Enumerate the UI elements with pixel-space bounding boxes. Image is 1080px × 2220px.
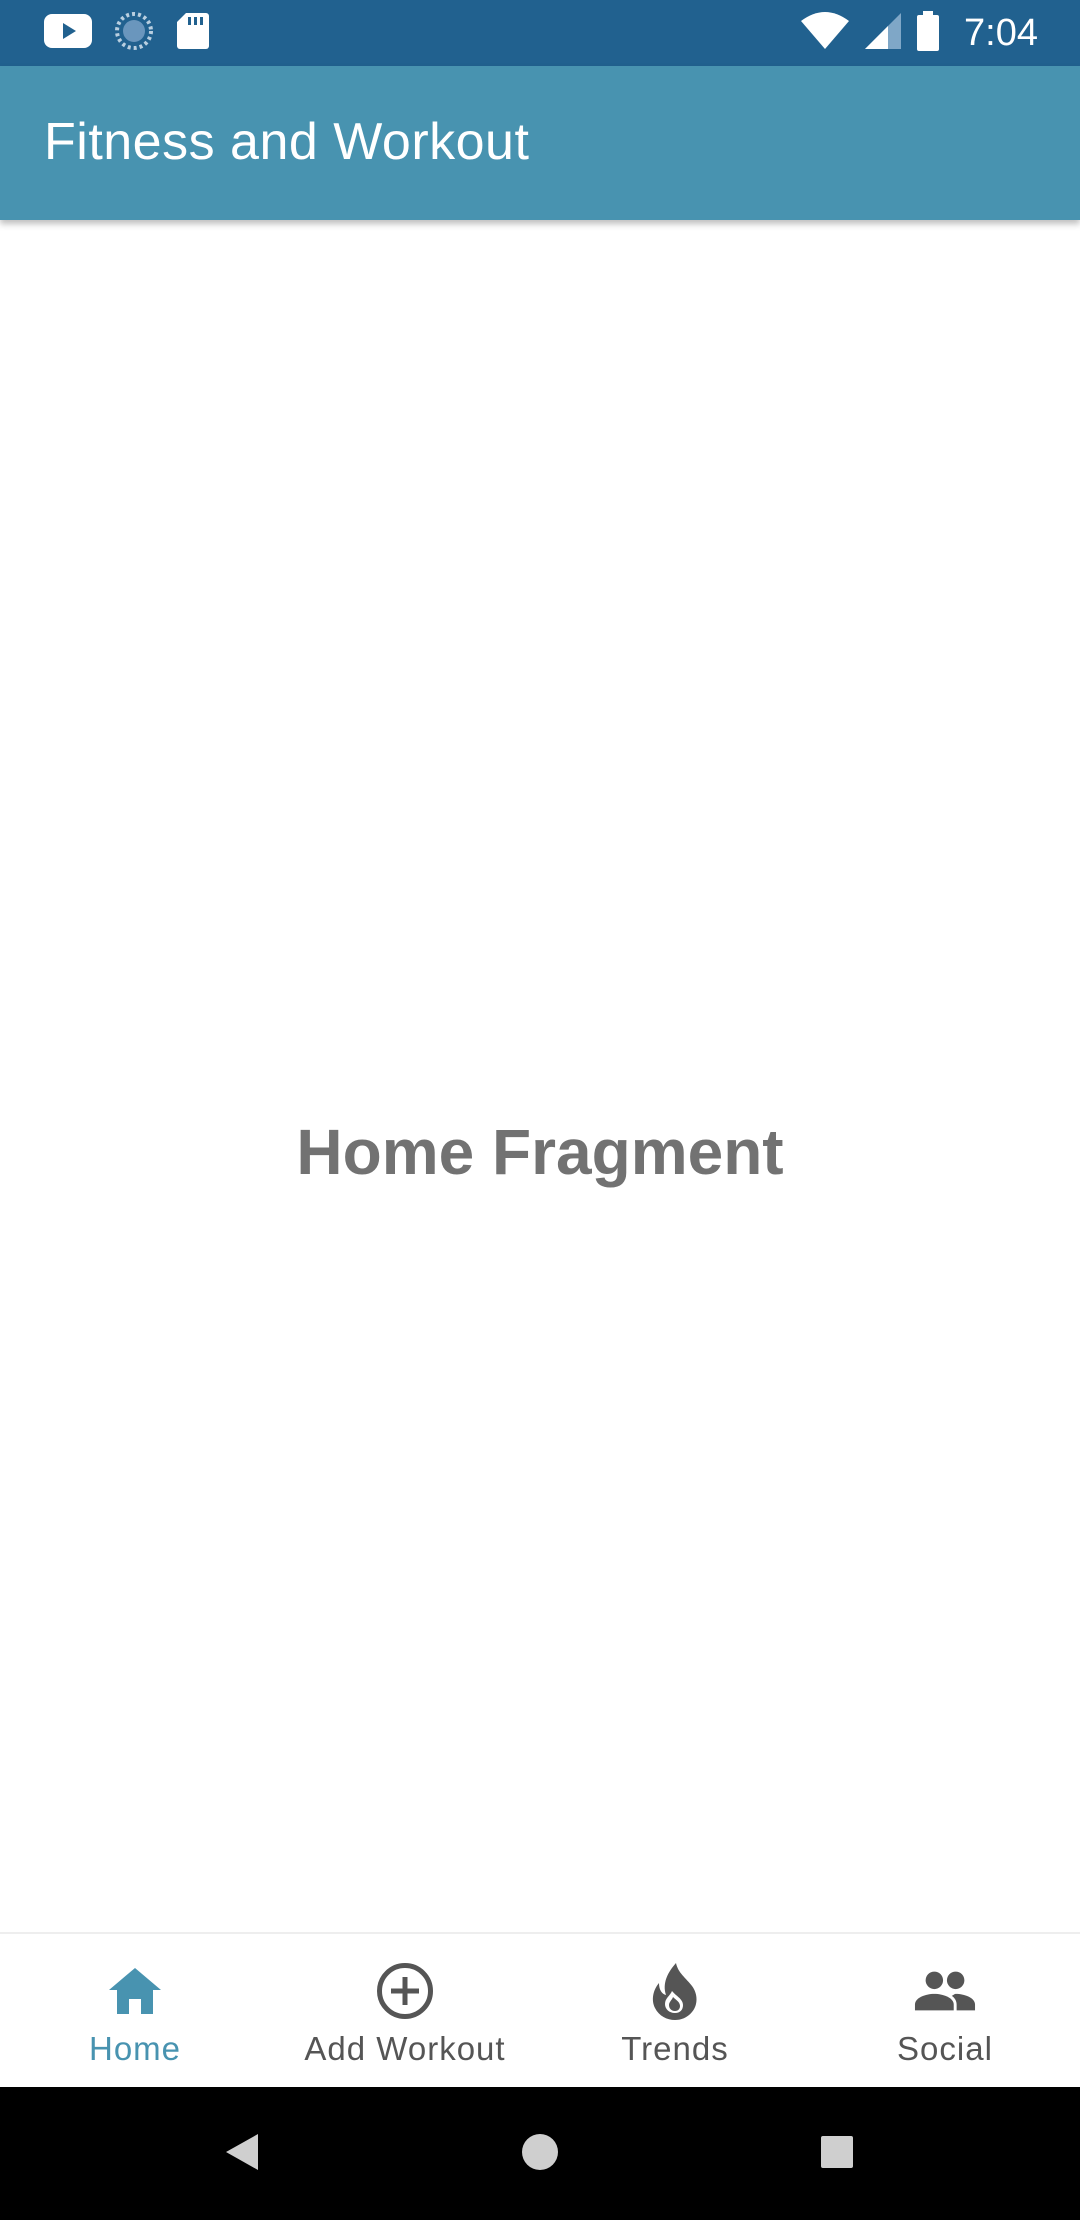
nav-item-add-workout[interactable]: Add Workout [270, 1934, 540, 2089]
bottom-navigation: Home Add Workout Trends Social [0, 1932, 1080, 2089]
clock: 7:04 [964, 12, 1038, 54]
nav-label-home: Home [88, 2030, 182, 2067]
wifi-icon [800, 11, 850, 56]
add-circle-icon [374, 1960, 436, 2022]
flame-icon [644, 1960, 706, 2022]
sync-icon [114, 11, 154, 56]
nav-label-trends: Trends [621, 2030, 729, 2067]
home-icon [104, 1960, 166, 2022]
nav-label-add-workout: Add Workout [304, 2030, 506, 2067]
back-icon [224, 2132, 260, 2177]
nav-item-social[interactable]: Social [810, 1934, 1080, 2089]
app-bar: Fitness and Workout [0, 66, 1080, 220]
status-icons-right: 7:04 [800, 10, 1038, 56]
main-content: Home Fragment [0, 220, 1080, 1933]
home-circle-icon [520, 2132, 560, 2177]
status-bar: 7:04 [0, 0, 1080, 66]
cell-signal-icon [864, 12, 902, 55]
recents-button[interactable] [804, 2121, 870, 2187]
sd-card-icon [176, 12, 210, 55]
people-icon [914, 1960, 976, 2022]
nav-item-trends[interactable]: Trends [540, 1934, 810, 2089]
app-title: Fitness and Workout [44, 113, 530, 171]
status-icons-left [44, 11, 210, 56]
fragment-label: Home Fragment [296, 1116, 784, 1188]
nav-label-social: Social [897, 2030, 993, 2067]
recents-icon [819, 2134, 855, 2175]
back-button[interactable] [209, 2121, 275, 2187]
youtube-icon [44, 13, 92, 54]
system-navigation-bar [0, 2087, 1080, 2220]
battery-icon [916, 10, 940, 56]
nav-item-home[interactable]: Home [0, 1934, 270, 2089]
home-system-button[interactable] [507, 2121, 573, 2187]
